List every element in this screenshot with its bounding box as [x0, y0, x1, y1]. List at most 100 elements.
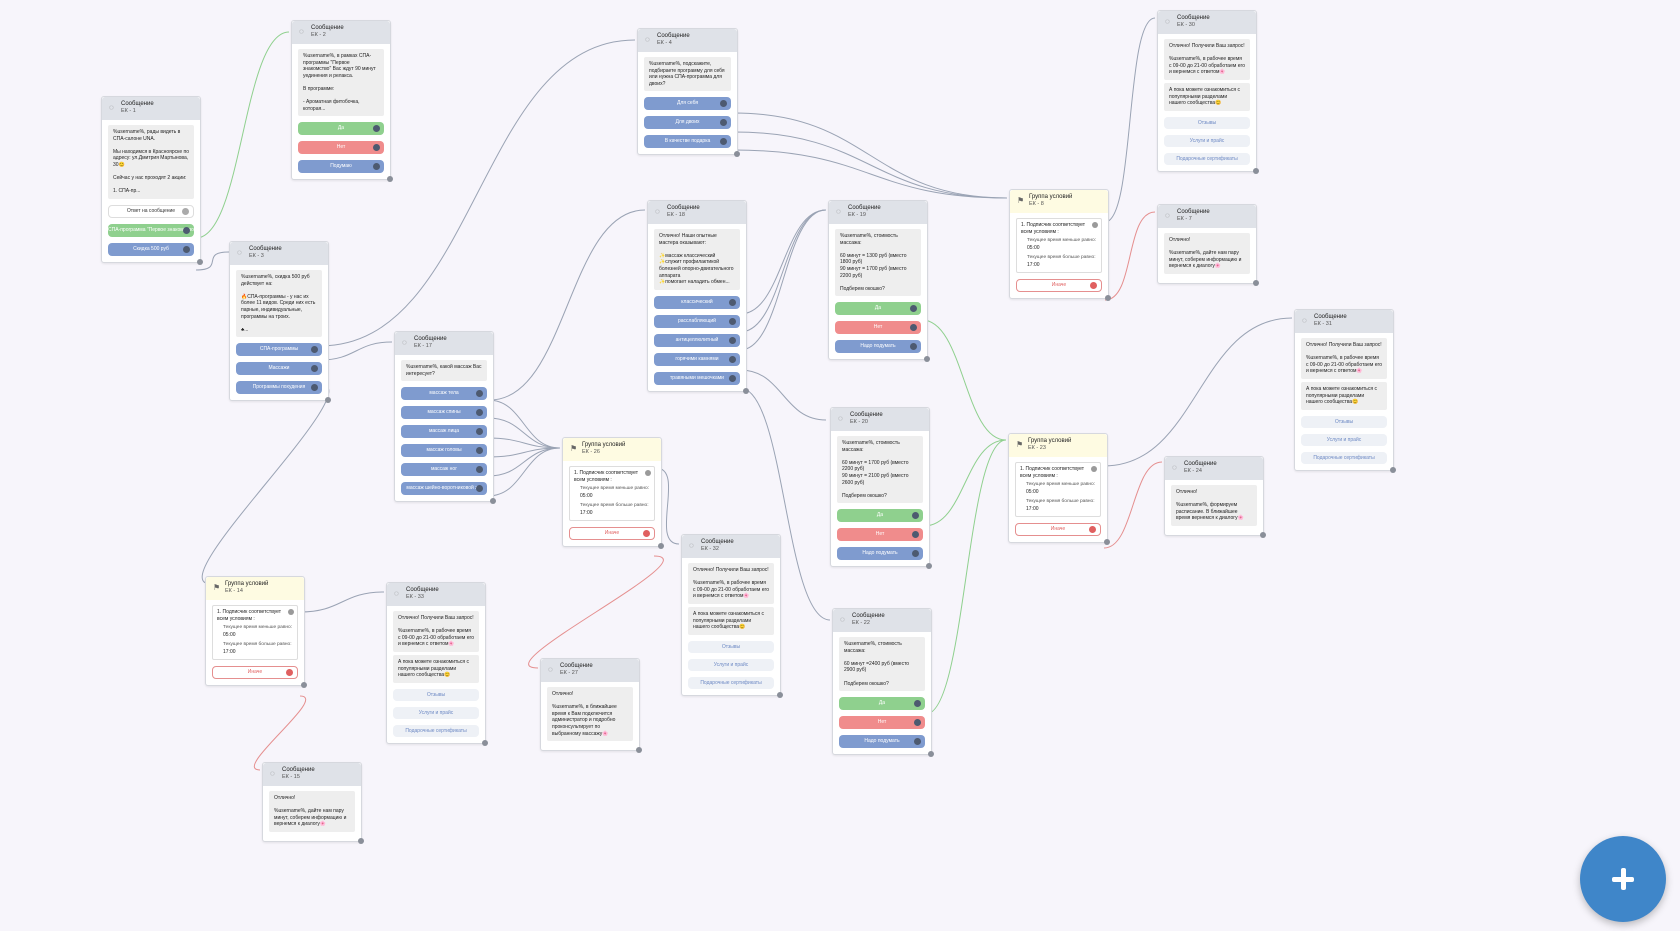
node-button[interactable]: Да	[837, 509, 923, 523]
node-output-port[interactable]	[1253, 167, 1259, 174]
node-button[interactable]: Нет	[837, 528, 923, 542]
node-button[interactable]: Отзывы	[1301, 415, 1387, 428]
node-output-port[interactable]	[301, 682, 307, 688]
node-button[interactable]: Ответ на сообщение	[108, 204, 194, 218]
condition-ek-23[interactable]: ⚑ Группа условий ЕК - 23 1. Подписчик соотв…	[1008, 433, 1110, 545]
node-button[interactable]: Отзывы	[1164, 116, 1250, 129]
node-button[interactable]: Надо подумать	[837, 547, 923, 561]
button-port-dot[interactable]	[912, 550, 919, 558]
node-button[interactable]: СПА-программы	[236, 343, 322, 357]
node-output-port[interactable]	[1104, 539, 1110, 545]
node-button[interactable]: травяными мешочками	[654, 371, 740, 385]
node-button[interactable]: массаж тела	[401, 387, 487, 401]
condition-ek-26[interactable]: ⚑ Группа условий ЕК - 26 1. Подписчик соотв…	[562, 437, 664, 549]
button-port-dot[interactable]	[476, 390, 483, 398]
node-ek-32[interactable]: ◌ Сообщение ЕК - 32 Отлично! Получили Ваш з…	[681, 534, 783, 698]
node-button[interactable]: антицеллюлитный	[654, 333, 740, 347]
node-ek-7[interactable]: ◌ Сообщение ЕК - 7 Отлично! %username%, дай…	[1157, 204, 1259, 286]
node-output-port[interactable]	[924, 356, 930, 363]
condition-rule[interactable]: 1. Подписчик соответствует всем условиям…	[569, 466, 655, 521]
node-ek-33[interactable]: ◌ Сообщение ЕК - 33 Отлично! Получили Ваш з…	[386, 582, 488, 746]
button-port-dot[interactable]	[182, 207, 189, 215]
node-ek-1[interactable]: ◌ Сообщение ЕК - 1 %username%, рады видеть …	[101, 96, 203, 265]
node-button[interactable]: Подарочные сертификаты	[393, 724, 479, 737]
else-port-dot[interactable]	[1089, 526, 1096, 533]
node-button[interactable]: Отзывы	[688, 640, 774, 653]
node-ek-27[interactable]: ◌ Сообщение ЕК - 27 Отлично! %username%, в …	[540, 658, 642, 754]
condition-port-dot[interactable]	[645, 470, 651, 476]
node-output-port[interactable]	[743, 387, 749, 394]
button-port-dot[interactable]	[720, 138, 727, 146]
condition-rule[interactable]: 1. Подписчик соответствует всем условиям…	[212, 605, 298, 660]
condition-port-dot[interactable]	[1092, 222, 1098, 228]
add-node-button[interactable]	[1580, 836, 1666, 922]
button-port-dot[interactable]	[914, 700, 921, 708]
node-ek-15[interactable]: ◌ Сообщение ЕК - 15 Отлично! %username%, да…	[262, 762, 364, 844]
node-output-port[interactable]	[1390, 466, 1396, 473]
node-output-port[interactable]	[490, 498, 496, 505]
button-port-dot[interactable]	[729, 317, 736, 325]
node-button[interactable]: Услуги и прайс	[688, 658, 774, 671]
node-button[interactable]: Услуги и прайс	[1164, 134, 1250, 147]
node-button[interactable]: массаж спины	[401, 406, 487, 420]
node-button[interactable]: расслабляющий	[654, 314, 740, 328]
node-button[interactable]: Подарочные сертификаты	[1301, 451, 1387, 464]
button-port-dot[interactable]	[183, 226, 190, 234]
node-output-port[interactable]	[636, 747, 642, 754]
button-port-dot[interactable]	[720, 100, 727, 108]
node-button[interactable]: Для себя	[644, 97, 731, 111]
condition-port-dot[interactable]	[1091, 466, 1097, 472]
else-button[interactable]: Иначе	[569, 527, 655, 540]
node-button[interactable]: классический	[654, 295, 740, 309]
node-button[interactable]: Подумаю	[298, 160, 384, 174]
node-button[interactable]: Да	[839, 697, 925, 711]
node-output-port[interactable]	[1260, 531, 1266, 538]
button-port-dot[interactable]	[914, 719, 921, 727]
condition-ek-8[interactable]: ⚑ Группа условий ЕК - 8 1. Подписчик соотве…	[1009, 189, 1111, 301]
node-button[interactable]: массаж ног	[401, 463, 487, 477]
condition-rule[interactable]: 1. Подписчик соответствует всем условиям…	[1015, 462, 1101, 517]
condition-port-dot[interactable]	[288, 609, 294, 615]
node-button[interactable]: Надо подумать	[839, 735, 925, 749]
node-button[interactable]: Услуги и прайс	[393, 706, 479, 719]
node-button[interactable]: СПА-программа "Первое знакомство"	[108, 223, 194, 237]
condition-rule[interactable]: 1. Подписчик соответствует всем условиям…	[1016, 218, 1102, 273]
node-button[interactable]: Подарочные сертификаты	[1164, 152, 1250, 165]
node-ek-2[interactable]: ◌ Сообщение ЕК - 2 %username%, в рамках СПА…	[291, 20, 393, 183]
else-button[interactable]: Иначе	[212, 666, 298, 679]
node-ek-17[interactable]: ◌ Сообщение ЕК - 17 %username%, какой масса…	[394, 331, 496, 505]
button-port-dot[interactable]	[373, 144, 380, 152]
node-button[interactable]: Подарочные сертификаты	[688, 676, 774, 689]
node-ek-20[interactable]: ◌ Сообщение ЕК - 20 %username%, стоимость м…	[830, 407, 932, 570]
node-ek-30[interactable]: ◌ Сообщение ЕК - 30 Отлично! Получили Ваш з…	[1157, 10, 1259, 174]
node-output-port[interactable]	[658, 543, 664, 549]
button-port-dot[interactable]	[311, 384, 318, 392]
button-port-dot[interactable]	[914, 738, 921, 746]
button-port-dot[interactable]	[910, 305, 917, 313]
button-port-dot[interactable]	[729, 336, 736, 344]
button-port-dot[interactable]	[720, 119, 727, 127]
node-button[interactable]: Надо подумать	[835, 340, 921, 354]
node-output-port[interactable]	[777, 691, 783, 698]
button-port-dot[interactable]	[912, 512, 919, 520]
node-output-port[interactable]	[197, 258, 203, 265]
condition-ek-14[interactable]: ⚑ Группа условий ЕК - 14 1. Подписчик соотв…	[205, 576, 307, 688]
node-output-port[interactable]	[1253, 279, 1259, 286]
else-port-dot[interactable]	[1090, 282, 1097, 289]
node-ek-31[interactable]: ◌ Сообщение ЕК - 31 Отлично! Получили Ваш з…	[1294, 309, 1396, 473]
node-button[interactable]: В качестве подарка	[644, 135, 731, 149]
button-port-dot[interactable]	[910, 324, 917, 332]
else-port-dot[interactable]	[643, 530, 650, 537]
button-port-dot[interactable]	[311, 365, 318, 373]
node-ek-3[interactable]: ◌ Сообщение ЕК - 3 %username%, скидка 500 р…	[229, 241, 331, 404]
node-button[interactable]: Услуги и прайс	[1301, 433, 1387, 446]
node-button[interactable]: Нет	[835, 321, 921, 335]
node-ek-18[interactable]: ◌ Сообщение ЕК - 18 Отлично! Наши опытные м…	[647, 200, 749, 394]
button-port-dot[interactable]	[373, 125, 380, 133]
node-output-port[interactable]	[358, 837, 364, 844]
node-button[interactable]: Для двоих	[644, 116, 731, 130]
button-port-dot[interactable]	[476, 466, 483, 474]
node-button[interactable]: Нет	[839, 716, 925, 730]
button-port-dot[interactable]	[476, 485, 483, 493]
button-port-dot[interactable]	[373, 163, 380, 171]
